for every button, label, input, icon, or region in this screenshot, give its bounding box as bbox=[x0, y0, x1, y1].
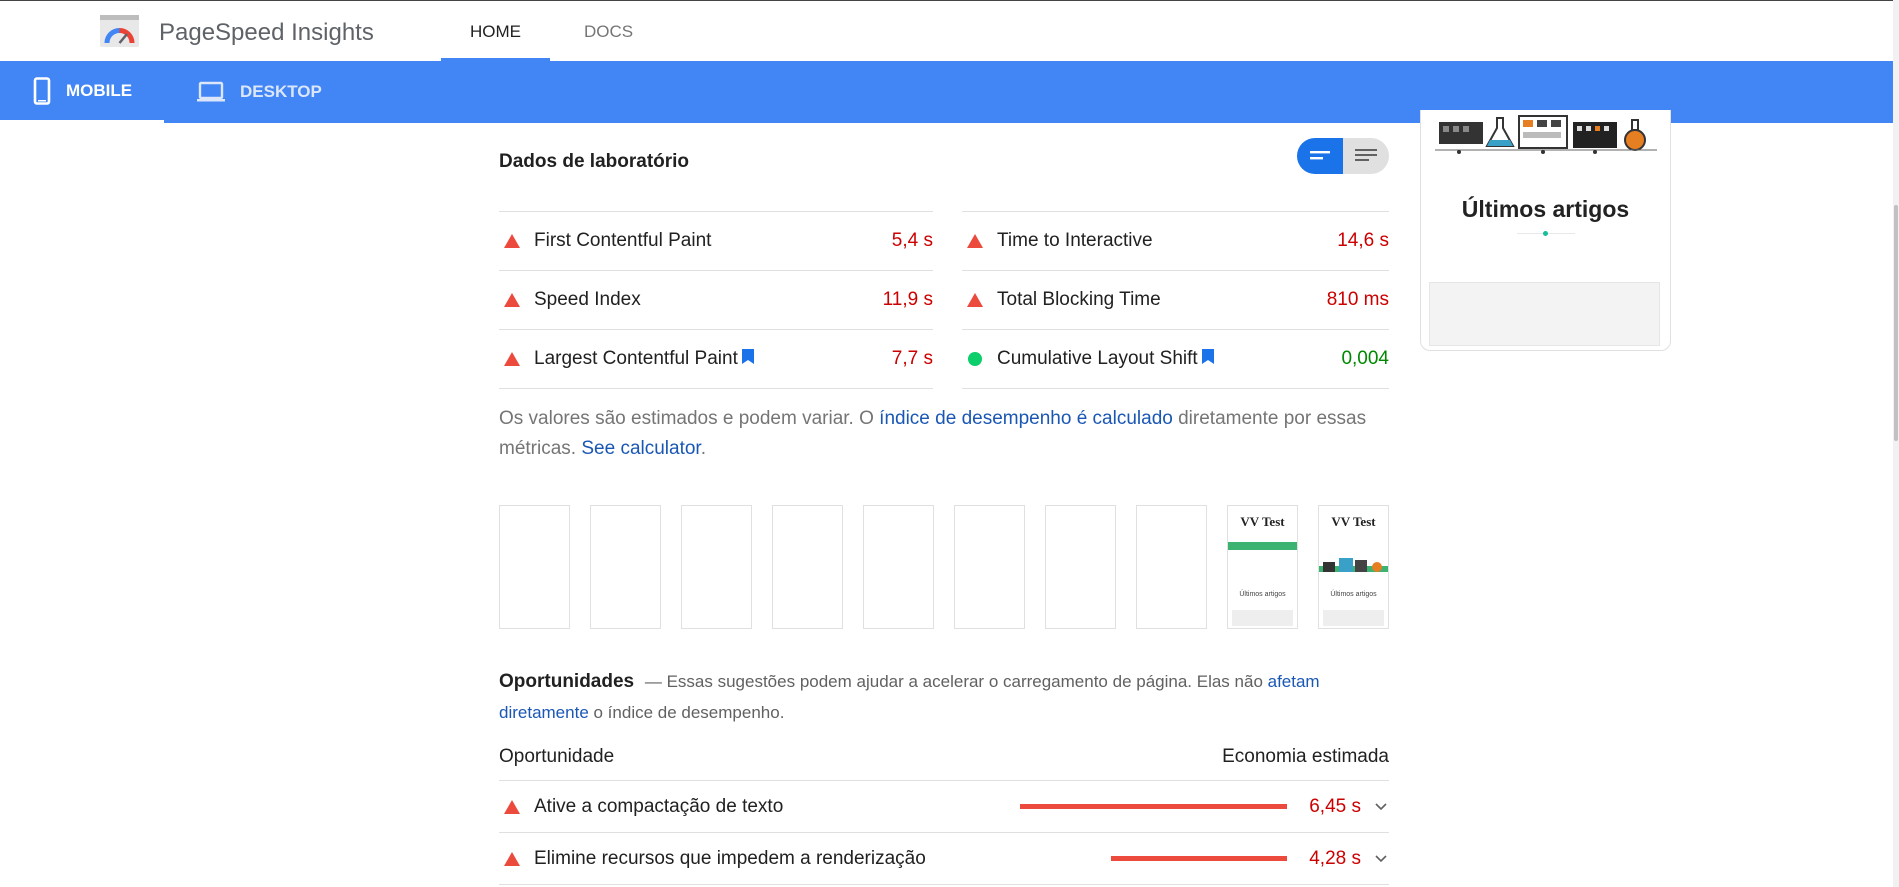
metrics-view-toggle[interactable] bbox=[1297, 138, 1389, 174]
metric-row: Speed Index 11,9 s bbox=[499, 270, 933, 329]
opportunities-title: Oportunidades bbox=[499, 671, 635, 692]
opportunity-row[interactable]: Elimine recursos que impedem a renderiza… bbox=[499, 833, 1389, 885]
metric-label: First Contentful Paint bbox=[534, 230, 712, 251]
opportunity-label: Ative a compactação de texto bbox=[534, 795, 784, 817]
frame-subtitle: Últimos artigos bbox=[1239, 591, 1286, 598]
scrollbar-track[interactable] bbox=[1893, 0, 1899, 887]
metric-value: 810 ms bbox=[1326, 289, 1389, 310]
savings-bar bbox=[1020, 804, 1287, 809]
laptop-icon bbox=[196, 81, 226, 103]
metric-value: 5,4 s bbox=[891, 230, 933, 251]
frame-subtitle: Últimos artigos bbox=[1330, 591, 1377, 598]
expanded-view-icon[interactable] bbox=[1355, 147, 1377, 165]
compact-view-icon bbox=[1310, 151, 1330, 160]
metric-divider bbox=[499, 388, 933, 389]
fail-triangle-icon bbox=[504, 799, 520, 814]
fail-triangle-icon bbox=[504, 352, 520, 366]
tab-desktop[interactable]: DESKTOP bbox=[196, 61, 346, 123]
metric-value: 11,9 s bbox=[882, 289, 933, 310]
fail-triangle-icon bbox=[967, 234, 983, 248]
filmstrip-frame bbox=[681, 505, 752, 629]
fail-triangle-icon bbox=[504, 293, 520, 307]
opportunities-table-header: Oportunidade Economia estimada bbox=[499, 746, 1389, 781]
chevron-down-icon[interactable] bbox=[1375, 802, 1389, 811]
bookmark-icon[interactable] bbox=[1201, 348, 1214, 370]
frame-placeholder bbox=[1323, 610, 1384, 626]
filmstrip-frame bbox=[499, 505, 570, 629]
metric-label: Time to Interactive bbox=[997, 230, 1153, 251]
smartphone-icon bbox=[32, 76, 52, 105]
lab-illustration-icon bbox=[1435, 115, 1657, 154]
filmstrip-frame bbox=[1136, 505, 1207, 629]
fail-triangle-icon bbox=[504, 851, 520, 866]
metric-label: Total Blocking Time bbox=[997, 289, 1161, 310]
tab-desktop-label: DESKTOP bbox=[240, 82, 322, 101]
filmstrip-frame: VV Test Últimos artigos bbox=[1227, 505, 1298, 629]
scrollbar-thumb[interactable] bbox=[1894, 205, 1898, 441]
metric-row: Largest Contentful Paint 7,7 s bbox=[499, 329, 933, 388]
column-opportunity: Oportunidade bbox=[499, 746, 615, 767]
metric-divider bbox=[962, 388, 1389, 389]
disclaimer-text: Os valores são estimados e podem variar.… bbox=[499, 408, 880, 429]
filmstrip-frame: VV Test Últimos artigos bbox=[1318, 505, 1389, 629]
pass-circle-icon bbox=[967, 352, 983, 366]
metrics-disclaimer: Os valores são estimados e podem variar.… bbox=[499, 404, 1389, 464]
tab-mobile-label: MOBILE bbox=[66, 80, 133, 100]
metric-label: Largest Contentful Paint bbox=[534, 348, 738, 369]
fail-triangle-icon bbox=[504, 234, 520, 248]
fail-triangle-icon bbox=[967, 293, 983, 307]
preview-placeholder-box bbox=[1429, 282, 1660, 346]
app-title: PageSpeed Insights bbox=[159, 19, 374, 46]
preview-dot bbox=[1543, 231, 1548, 236]
savings-bar bbox=[1111, 856, 1287, 861]
filmstrip-frame bbox=[772, 505, 843, 629]
bookmark-icon[interactable] bbox=[741, 348, 754, 370]
performance-score-link[interactable]: índice de desempenho é calculado bbox=[879, 408, 1173, 429]
metric-row: Time to Interactive 14,6 s bbox=[962, 211, 1389, 270]
metric-label: Cumulative Layout Shift bbox=[997, 348, 1198, 369]
frame-banner bbox=[1228, 542, 1297, 550]
page-preview-card: Últimos artigos bbox=[1420, 110, 1671, 351]
metric-value: 0,004 bbox=[1341, 348, 1389, 369]
opportunities-intro: Oportunidades — Essas sugestões podem aj… bbox=[499, 666, 1389, 728]
frame-site-title: VV Test bbox=[1240, 514, 1285, 529]
metric-value: 7,7 s bbox=[891, 348, 933, 369]
opportunity-label: Elimine recursos que impedem a renderiza… bbox=[534, 847, 926, 869]
tab-docs[interactable]: DOCS bbox=[566, 1, 651, 61]
metric-label: Speed Index bbox=[534, 289, 641, 310]
frame-illustration-icon bbox=[1323, 558, 1382, 572]
frame-placeholder bbox=[1232, 610, 1293, 626]
preview-heading: Últimos artigos bbox=[1461, 196, 1630, 222]
chevron-down-icon[interactable] bbox=[1375, 854, 1389, 863]
savings-value: 6,45 s bbox=[1309, 795, 1361, 817]
metric-row: Total Blocking Time 810 ms bbox=[962, 270, 1389, 329]
tab-home[interactable]: HOME bbox=[441, 1, 550, 61]
lab-data-title: Dados de laboratório bbox=[499, 151, 690, 172]
filmstrip-frame bbox=[1045, 505, 1116, 629]
opportunities-desc: o índice de desempenho. bbox=[588, 703, 785, 722]
column-savings: Economia estimada bbox=[1222, 746, 1389, 767]
savings-value: 4,28 s bbox=[1309, 847, 1361, 869]
metric-label-wrap: Cumulative Layout Shift bbox=[997, 348, 1341, 370]
opportunities-desc: — Essas sugestões podem ajudar a acelera… bbox=[644, 672, 1268, 691]
opportunity-row[interactable]: Ative a compactação de texto 6,45 s bbox=[499, 781, 1389, 833]
tab-mobile[interactable]: MOBILE bbox=[0, 61, 164, 123]
filmstrip-frame bbox=[590, 505, 661, 629]
pagespeed-logo-icon bbox=[100, 15, 139, 47]
filmstrip-frame bbox=[954, 505, 1025, 629]
metric-row: First Contentful Paint 5,4 s bbox=[499, 211, 933, 270]
top-header: PageSpeed Insights HOME DOCS bbox=[0, 0, 1893, 61]
filmstrip-frame bbox=[863, 505, 934, 629]
disclaimer-text: . bbox=[700, 438, 706, 459]
metric-row: Cumulative Layout Shift 0,004 bbox=[962, 329, 1389, 388]
see-calculator-link[interactable]: See calculator bbox=[581, 438, 700, 459]
metric-value: 14,6 s bbox=[1337, 230, 1389, 251]
frame-site-title: VV Test bbox=[1331, 514, 1376, 529]
metric-label-wrap: Largest Contentful Paint bbox=[534, 348, 892, 370]
